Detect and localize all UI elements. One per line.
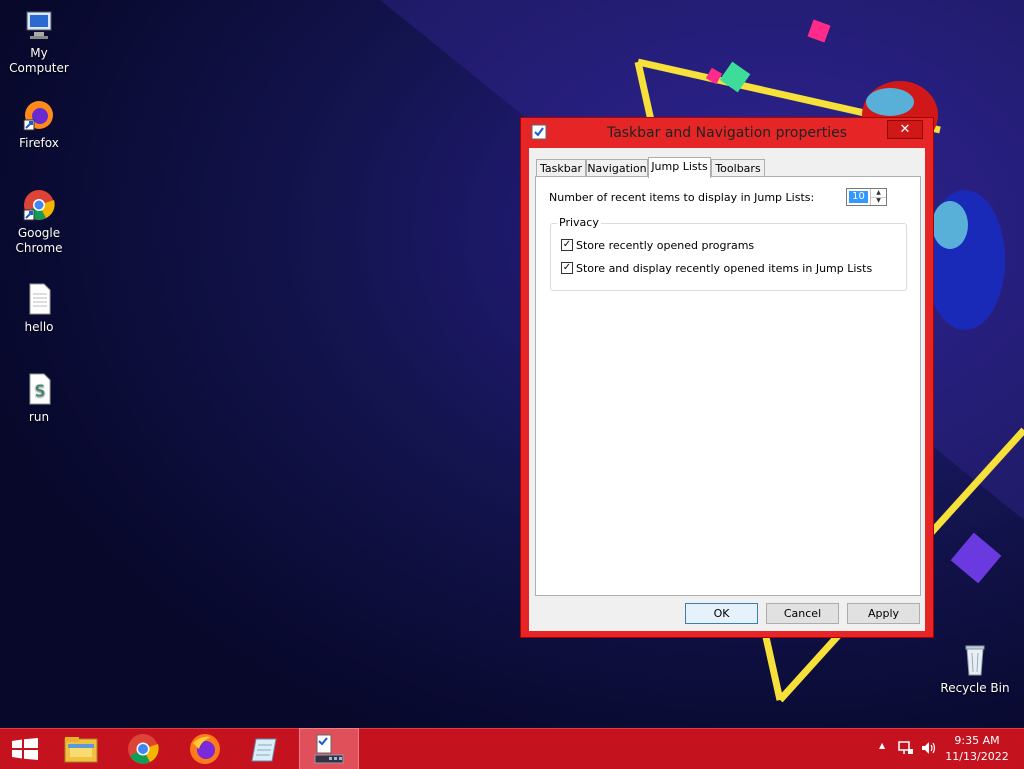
taskbar-properties-icon [313, 733, 345, 769]
show-hidden-icons-icon[interactable]: ▲ [879, 741, 885, 750]
desktop-icon-label: hello [24, 320, 54, 334]
desktop-icon-recycle-bin[interactable]: Recycle Bin [937, 643, 1013, 696]
store-recent-programs-checkbox[interactable]: ✓ [561, 239, 573, 251]
tab-taskbar[interactable]: Taskbar [536, 159, 586, 176]
desktop-icon-label: run [28, 410, 50, 424]
firefox-icon [22, 98, 56, 132]
privacy-group-title: Privacy [557, 216, 601, 229]
script-file-icon: S [22, 372, 56, 406]
clock-time: 9:35 AM [954, 734, 1000, 747]
desktop-icon-my-computer[interactable]: My Computer [1, 8, 77, 76]
store-recent-items-checkbox[interactable]: ✓ [561, 262, 573, 274]
system-tray: ▲ 9:35 AM 11/13/2022 [864, 729, 1024, 769]
computer-icon [22, 8, 56, 42]
recent-items-value[interactable]: 10 [849, 191, 868, 203]
dialog-title: Taskbar and Navigation properties [606, 125, 848, 141]
file-explorer-icon [64, 735, 98, 767]
tray-clock[interactable]: 9:35 AM 11/13/2022 [942, 733, 1012, 765]
dialog-titlebar[interactable]: Taskbar and Navigation properties ✕ [521, 118, 933, 148]
tab-navigation[interactable]: Navigation [586, 159, 648, 176]
volume-icon[interactable] [920, 740, 936, 760]
taskbar: ▲ 9:35 AM 11/13/2022 [0, 728, 1024, 769]
svg-text:S: S [35, 381, 45, 400]
recent-items-label: Number of recent items to display in Jum… [549, 191, 815, 204]
dialog-client-area: Taskbar Navigation Jump Lists Toolbars N… [529, 148, 925, 631]
network-icon[interactable] [898, 740, 914, 760]
recent-items-spinner[interactable]: 10 ▲ ▼ [846, 188, 887, 206]
start-button[interactable] [0, 729, 54, 769]
desktop-icon-label: Google Chrome [15, 226, 63, 255]
clock-date: 11/13/2022 [945, 750, 1009, 763]
taskbar-taskbar-properties[interactable] [299, 728, 359, 769]
desktop-icon-google-chrome[interactable]: Google Chrome [1, 188, 77, 256]
spinner-buttons: ▲ ▼ [870, 189, 886, 205]
text-file-icon [22, 282, 56, 316]
ok-button[interactable]: OK [685, 603, 758, 624]
store-recent-items-label[interactable]: Store and display recently opened items … [576, 262, 872, 275]
apply-button[interactable]: Apply [847, 603, 920, 624]
windows-start-icon [12, 738, 38, 764]
desktop-icon-label: Firefox [19, 136, 59, 150]
checkmark-icon: ✓ [562, 239, 572, 250]
desktop-icon-run[interactable]: S run [1, 372, 77, 425]
taskbar-firefox[interactable] [178, 729, 232, 769]
privacy-group: Privacy ✓ Store recently opened programs… [550, 216, 907, 291]
firefox-icon [189, 733, 221, 769]
taskbar-notepad[interactable] [238, 729, 292, 769]
taskbar-properties-dialog: Taskbar and Navigation properties ✕ Task… [520, 117, 934, 638]
spinner-down-arrow-icon[interactable]: ▼ [871, 197, 886, 205]
close-button[interactable]: ✕ [887, 120, 923, 139]
notepad-icon [250, 735, 280, 767]
cancel-button[interactable]: Cancel [766, 603, 839, 624]
taskbar-file-explorer[interactable] [54, 729, 108, 769]
taskbar-chrome[interactable] [116, 729, 170, 769]
jump-lists-panel: Number of recent items to display in Jum… [535, 176, 921, 596]
tab-toolbars[interactable]: Toolbars [711, 159, 765, 176]
chrome-icon [127, 733, 159, 769]
checkmark-icon: ✓ [562, 262, 572, 273]
store-recent-programs-label[interactable]: Store recently opened programs [576, 239, 754, 252]
chrome-icon [22, 188, 56, 222]
desktop-icon-hello[interactable]: hello [1, 282, 77, 335]
desktop-icon-label: Recycle Bin [940, 681, 1010, 695]
desktop-icon-label: My Computer [9, 46, 69, 75]
desktop-icon-firefox[interactable]: Firefox [1, 98, 77, 151]
close-icon: ✕ [899, 122, 911, 137]
recycle-bin-icon [958, 643, 992, 677]
tab-jump-lists[interactable]: Jump Lists [648, 157, 711, 178]
